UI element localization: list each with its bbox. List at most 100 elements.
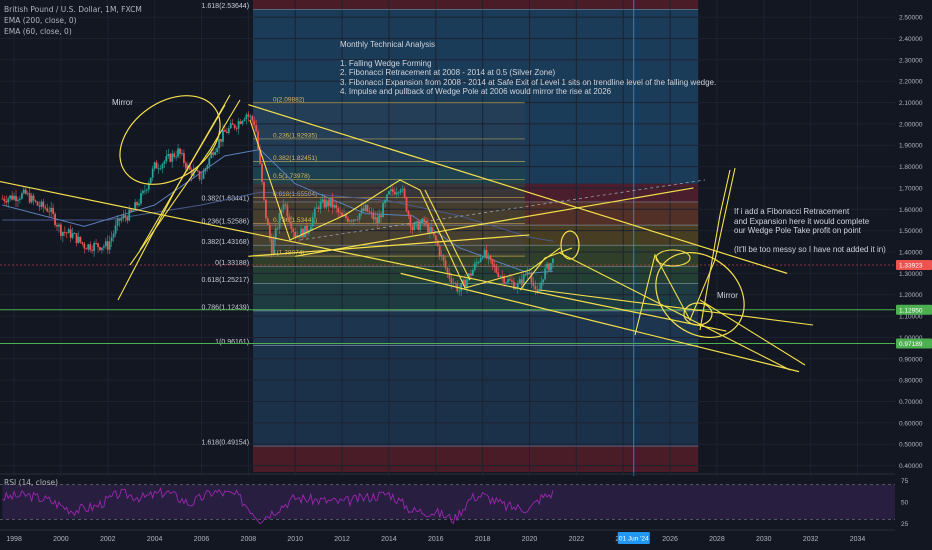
candle-body — [325, 200, 328, 208]
candle-body — [532, 282, 535, 286]
date-marker-label: 01 Jun '24 — [619, 536, 649, 543]
candle-body — [391, 189, 394, 192]
candle-body — [11, 195, 14, 200]
candle-body — [288, 216, 291, 223]
fib-retracement-label: 0(2.09882) — [273, 96, 304, 103]
candle-body — [440, 255, 443, 256]
candle-body — [421, 218, 424, 224]
candle-body — [77, 236, 80, 243]
candle-body — [24, 189, 27, 194]
candle-body — [69, 229, 72, 238]
candle-body — [526, 272, 529, 276]
candle-body — [61, 232, 64, 236]
candle-body — [509, 279, 511, 281]
candle-body — [13, 195, 15, 200]
candle-body — [136, 202, 138, 206]
candle-body — [380, 215, 383, 218]
year-tick-label: 2020 — [522, 536, 538, 543]
candle-body — [360, 208, 363, 214]
year-tick-label: 2032 — [803, 536, 819, 543]
candle-body — [489, 255, 492, 259]
candle-body — [173, 153, 176, 157]
candle-body — [255, 125, 258, 132]
year-tick-label: 2004 — [147, 536, 163, 543]
candle-body — [388, 191, 390, 195]
candle-body — [524, 274, 527, 276]
candle-body — [218, 139, 220, 149]
candle-body — [477, 261, 480, 263]
candle-body — [304, 226, 306, 238]
year-tick-label: 1998 — [6, 536, 22, 543]
candle-body — [534, 285, 537, 290]
candle-body — [151, 168, 154, 178]
rsi-tick-label: 25 — [901, 521, 909, 528]
candle-body — [452, 282, 455, 284]
price-tick-label: 1.30000 — [899, 271, 923, 278]
year-tick-label: 2026 — [662, 536, 678, 543]
candle-body — [132, 210, 135, 212]
price-tick-label: 2.30000 — [899, 57, 923, 64]
candle-body — [243, 119, 246, 122]
candle-body — [204, 168, 207, 172]
candle-body — [75, 233, 78, 243]
price-tick-label: 0.70000 — [899, 399, 923, 406]
candle-body — [142, 190, 144, 194]
year-tick-label: 2010 — [287, 536, 303, 543]
fib-retracement-label: 0.5(1.73978) — [273, 173, 310, 180]
rsi-legend: RSI (14, close) — [4, 478, 58, 487]
candle-body — [450, 278, 453, 284]
candle-body — [7, 198, 10, 203]
candle-body — [313, 208, 316, 218]
candle-body — [85, 248, 88, 250]
candle-body — [224, 129, 226, 132]
price-badge-label: 1.12950 — [899, 307, 923, 314]
candle-body — [140, 193, 142, 204]
candle-body — [116, 219, 119, 226]
candle-body — [42, 201, 45, 208]
candle-body — [483, 249, 486, 258]
candle-body — [374, 217, 377, 220]
candle-body — [276, 228, 279, 230]
fib-expansion-label: 0(1.33188) — [215, 260, 249, 267]
candle-body — [229, 123, 232, 129]
candle-body — [200, 178, 203, 180]
candle-body — [20, 193, 23, 199]
candle-body — [284, 204, 287, 206]
candle-body — [278, 212, 281, 229]
candle-body — [475, 262, 478, 264]
candle-body — [364, 204, 367, 211]
price-tick-label: 1.80000 — [899, 164, 923, 171]
candle-body — [177, 148, 179, 157]
candle-body — [102, 246, 105, 248]
candle-body — [38, 205, 41, 207]
candle-body — [376, 217, 379, 224]
candle-body — [550, 263, 552, 271]
price-tick-label: 0.90000 — [899, 356, 923, 363]
candle-body — [446, 267, 449, 273]
rsi-tick-label: 75 — [901, 478, 909, 485]
candle-body — [511, 280, 513, 282]
legend-ema60[interactable]: EMA (60, close, 0) — [4, 26, 142, 37]
candle-body — [411, 226, 414, 231]
legend-symbol[interactable]: British Pound / U.S. Dollar, 1M, FXCM — [4, 4, 142, 15]
candle-body — [54, 213, 56, 226]
fib-expansion-label: 1.618(0.49154) — [202, 440, 249, 447]
candle-body — [272, 239, 275, 256]
candle-body — [419, 223, 422, 230]
candle-body — [352, 219, 355, 222]
candle-body — [286, 205, 289, 217]
candle-body — [458, 290, 461, 292]
candle-body — [372, 212, 375, 220]
candle-body — [65, 232, 68, 234]
candle-body — [28, 193, 31, 203]
candle-body — [214, 151, 217, 155]
candle-body — [300, 228, 302, 238]
candle-body — [52, 207, 55, 214]
candle-body — [479, 258, 482, 262]
candle-body — [206, 165, 209, 169]
candle-body — [73, 233, 76, 234]
candle-body — [473, 263, 476, 270]
price-tick-label: 1.20000 — [899, 292, 923, 299]
rsi-tick-label: 50 — [901, 500, 909, 507]
legend-ema200[interactable]: EMA (200, close, 0) — [4, 15, 142, 26]
